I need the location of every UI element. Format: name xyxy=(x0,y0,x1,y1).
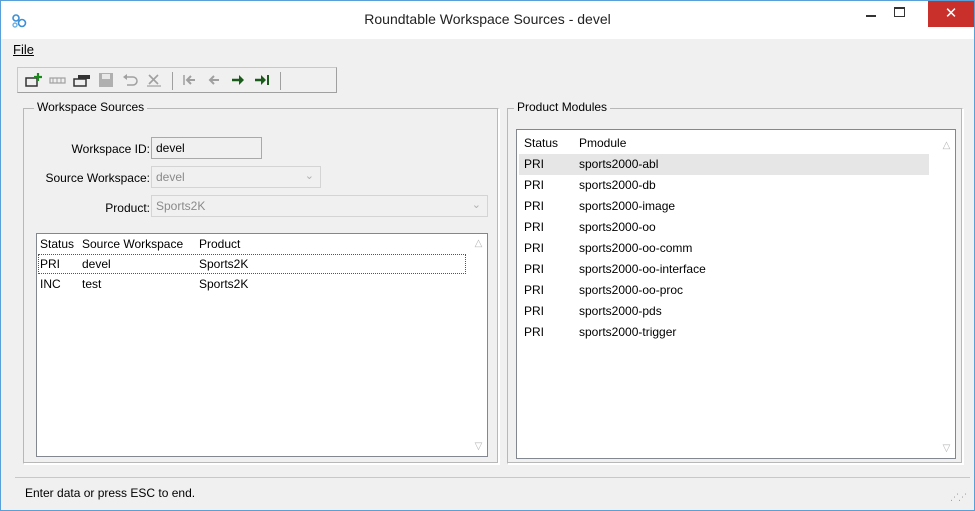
product-modules-browse[interactable]: Status Pmodule PRI sports2000-abl PRI sp… xyxy=(516,129,956,459)
menu-file[interactable]: File xyxy=(13,42,34,57)
table-row[interactable]: PRI sports2000-image xyxy=(519,196,929,217)
list-header: Status Source Workspace Product xyxy=(37,234,487,254)
resize-grip-icon[interactable]: ⋰⋰ xyxy=(950,492,967,503)
status-bar: Enter data or press ESC to end. ⋰⋰ xyxy=(15,477,970,507)
row-status: INC xyxy=(40,277,61,291)
table-row[interactable]: PRI sports2000-oo xyxy=(519,217,929,238)
source-workspace-combo[interactable]: devel ⌄ xyxy=(151,166,321,188)
row-status: PRI xyxy=(524,262,545,276)
row-pmodule: sports2000-oo-comm xyxy=(579,241,693,255)
table-row[interactable]: PRI sports2000-pds xyxy=(519,301,929,322)
toolbar xyxy=(17,67,337,93)
row-status: PRI xyxy=(524,241,545,255)
first-record-icon[interactable] xyxy=(180,71,200,89)
row-pmodule: sports2000-trigger xyxy=(579,325,677,339)
table-row[interactable]: PRI sports2000-oo-proc xyxy=(519,280,929,301)
undo-icon[interactable] xyxy=(120,71,140,89)
maximize-button[interactable] xyxy=(886,1,914,27)
minimize-button[interactable] xyxy=(857,1,885,27)
chevron-down-icon: ⌄ xyxy=(304,170,314,182)
toolbar-separator xyxy=(172,72,173,90)
row-pmodule: sports2000-pds xyxy=(579,304,662,318)
close-icon: ✕ xyxy=(944,5,958,22)
workspace-sources-group: Workspace Sources Workspace ID: devel So… xyxy=(23,100,499,464)
application-window: Roundtable Workspace Sources - devel ✕ F… xyxy=(0,0,975,511)
workspace-sources-browse[interactable]: Status Source Workspace Product PRI deve… xyxy=(36,233,488,457)
edit-record-icon[interactable] xyxy=(72,71,92,89)
vertical-scrollbar[interactable]: △ ▽ xyxy=(470,234,487,456)
scroll-up-icon[interactable]: △ xyxy=(938,140,955,151)
table-row[interactable]: PRI sports2000-oo-comm xyxy=(519,238,929,259)
save-icon[interactable] xyxy=(96,71,116,89)
status-message: Enter data or press ESC to end. xyxy=(25,486,196,500)
last-record-icon[interactable] xyxy=(252,71,272,89)
column-status[interactable]: Status xyxy=(524,136,558,150)
row-pmodule: sports2000-abl xyxy=(579,157,659,171)
previous-record-icon[interactable] xyxy=(204,71,224,89)
column-product[interactable]: Product xyxy=(199,237,240,251)
add-record-icon[interactable] xyxy=(24,71,44,89)
window-title: Roundtable Workspace Sources - devel xyxy=(364,11,611,27)
workspace-id-value: devel xyxy=(156,141,185,155)
vertical-scrollbar[interactable]: △ ▽ xyxy=(938,130,955,458)
table-row[interactable]: PRI sports2000-oo-interface xyxy=(519,259,929,280)
menu-file-label: File xyxy=(13,42,34,57)
product-label: Product: xyxy=(105,201,150,215)
scroll-down-icon[interactable]: ▽ xyxy=(938,443,955,454)
table-row[interactable]: PRI sports2000-db xyxy=(519,175,929,196)
row-status: PRI xyxy=(524,325,545,339)
product-value: Sports2K xyxy=(156,199,206,213)
chevron-down-icon: ⌄ xyxy=(471,199,481,211)
maximize-icon xyxy=(894,7,905,17)
column-status[interactable]: Status xyxy=(40,237,74,251)
menu-bar: File xyxy=(2,39,974,61)
title-bar[interactable]: Roundtable Workspace Sources - devel ✕ xyxy=(1,1,974,39)
product-modules-label: Product Modules xyxy=(514,100,611,114)
row-pmodule: sports2000-oo xyxy=(579,220,656,234)
copy-record-icon[interactable] xyxy=(48,71,68,89)
table-row[interactable]: PRI devel Sports2K xyxy=(38,254,466,274)
row-pmodule: sports2000-oo-proc xyxy=(579,283,684,297)
table-row[interactable]: PRI sports2000-trigger xyxy=(519,322,929,343)
row-product: Sports2K xyxy=(199,257,249,271)
table-row[interactable]: INC test Sports2K xyxy=(39,275,465,293)
row-pmodule: sports2000-oo-interface xyxy=(579,262,706,276)
scroll-up-icon[interactable]: △ xyxy=(470,238,487,249)
workspace-id-label: Workspace ID: xyxy=(71,142,150,156)
next-record-icon[interactable] xyxy=(228,71,248,89)
row-product: Sports2K xyxy=(199,277,249,291)
list-header: Status Pmodule xyxy=(517,130,955,150)
row-status: PRI xyxy=(524,283,545,297)
row-source: test xyxy=(82,277,102,291)
delete-icon[interactable] xyxy=(144,71,164,89)
row-status: PRI xyxy=(524,199,545,213)
table-row[interactable]: PRI sports2000-abl xyxy=(519,154,929,175)
row-source: devel xyxy=(82,257,111,271)
source-workspace-label: Source Workspace: xyxy=(45,171,151,185)
scroll-down-icon[interactable]: ▽ xyxy=(470,441,487,452)
product-modules-group: Product Modules Status Pmodule PRI sport… xyxy=(507,100,963,464)
workspace-sources-label: Workspace Sources xyxy=(34,100,148,114)
row-status: PRI xyxy=(524,157,545,171)
column-pmodule[interactable]: Pmodule xyxy=(579,136,626,150)
row-status: PRI xyxy=(40,257,61,271)
row-status: PRI xyxy=(524,220,545,234)
row-status: PRI xyxy=(524,178,545,192)
close-button[interactable]: ✕ xyxy=(928,1,974,27)
minimize-icon xyxy=(866,15,876,17)
row-pmodule: sports2000-image xyxy=(579,199,676,213)
row-pmodule: sports2000-db xyxy=(579,178,656,192)
toolbar-separator-end xyxy=(280,72,281,90)
product-combo[interactable]: Sports2K ⌄ xyxy=(151,195,488,217)
column-source-workspace[interactable]: Source Workspace xyxy=(82,237,183,251)
workspace-id-field[interactable]: devel xyxy=(151,137,262,159)
source-workspace-value: devel xyxy=(156,170,185,184)
row-status: PRI xyxy=(524,304,545,318)
